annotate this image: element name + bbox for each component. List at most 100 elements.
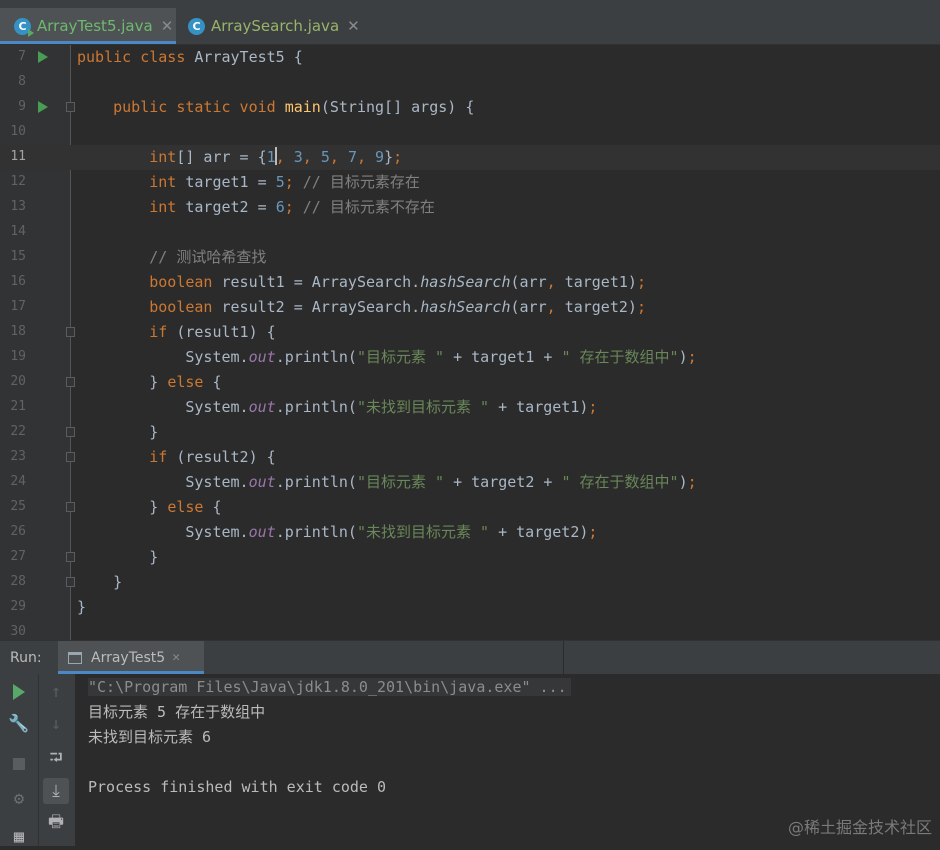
code-editor[interactable]: 7 public class ArrayTest5 { 8 9 public s… (0, 45, 940, 640)
code-line[interactable]: 24 System.out.println("目标元素 " + target2 … (0, 470, 940, 495)
code-text: boolean result1 = ArraySearch.hashSearch… (149, 273, 646, 291)
line-number: 21 (10, 399, 26, 414)
code-text: } (77, 573, 123, 591)
console-output[interactable]: "C:\Program Files\Java\jdk1.8.0_201\bin\… (88, 674, 571, 800)
code-line[interactable]: 19 System.out.println("目标元素 " + target1 … (0, 345, 940, 370)
run-tab-label: ArrayTest5 (91, 649, 166, 666)
fold-marker-icon[interactable] (66, 377, 75, 387)
code-line[interactable]: 7 public class ArrayTest5 { (0, 45, 940, 70)
editor-tab-bar: C ArrayTest5.java ✕ C ArraySearch.java ✕ (0, 8, 940, 45)
code-line[interactable]: 25 } else { (0, 495, 940, 520)
line-number: 12 (10, 174, 26, 189)
fold-marker-icon[interactable] (66, 102, 75, 112)
arrow-up-icon: ↑ (50, 682, 62, 702)
console-command-line[interactable]: "C:\Program Files\Java\jdk1.8.0_201\bin\… (88, 678, 571, 696)
settings-button[interactable]: 🔧 (6, 711, 32, 737)
java-class-icon: C (188, 17, 205, 35)
line-number: 8 (18, 74, 26, 89)
code-text: if (result1) { (149, 323, 276, 341)
run-gutter-icon[interactable] (38, 51, 48, 63)
code-line[interactable]: 26 System.out.println("未找到目标元素 " + targe… (0, 520, 940, 545)
layout-icon: ▦ (13, 827, 25, 847)
tab-arraysearch[interactable]: C ArraySearch.java ✕ (176, 8, 366, 44)
code-line[interactable]: 28 } (0, 570, 940, 595)
code-line[interactable]: 14 (0, 220, 940, 245)
code-text: } (77, 423, 159, 441)
tab-label: ArrayTest5.java (37, 17, 153, 35)
line-number: 23 (10, 449, 26, 464)
scroll-to-end-button[interactable]: ⤓ (43, 778, 69, 804)
console-line: Process finished with exit code 0 (88, 778, 387, 796)
line-number: 15 (10, 249, 26, 264)
line-number: 7 (18, 49, 26, 64)
code-text: System.out.println("未找到目标元素 " + target1)… (77, 398, 598, 416)
run-gutter-icon[interactable] (38, 101, 48, 113)
code-text: // 测试哈希查找 (149, 248, 267, 266)
print-button[interactable]: 🖶 (43, 810, 69, 836)
line-number: 19 (10, 349, 26, 364)
code-text: public static void main(String[] args) { (113, 98, 475, 116)
code-text: public class ArrayTest5 { (77, 48, 303, 66)
code-line[interactable]: 13 int target2 = 6; // 目标元素不存在 (0, 195, 940, 220)
scroll-up-button[interactable]: ↑ (43, 679, 69, 705)
code-line[interactable]: 8 (0, 70, 940, 95)
code-line[interactable]: 20 } else { (0, 370, 940, 395)
run-label: Run: (10, 650, 42, 666)
line-number: 30 (10, 624, 26, 639)
printer-icon: 🖶 (47, 811, 65, 832)
code-line-current[interactable]: 11 int[] arr = {1, 3, 5, 7, 9}; (0, 145, 940, 170)
wrench-icon: 🔧 (8, 714, 30, 734)
code-text: System.out.println("目标元素 " + target1 + "… (77, 348, 697, 366)
fold-marker-icon[interactable] (66, 502, 75, 512)
fold-marker-icon[interactable] (66, 552, 75, 562)
code-line[interactable]: 15 // 测试哈希查找 (0, 245, 940, 270)
scroll-down-button[interactable]: ↓ (43, 711, 69, 737)
code-line[interactable]: 27 } (0, 545, 940, 570)
line-number: 22 (10, 424, 26, 439)
code-line[interactable]: 12 int target1 = 5; // 目标元素存在 (0, 170, 940, 195)
code-line[interactable]: 16 boolean result1 = ArraySearch.hashSea… (0, 270, 940, 295)
run-tab-arraytest5[interactable]: ArrayTest5 ✕ (58, 641, 204, 674)
code-text: boolean result2 = ArraySearch.hashSearch… (149, 298, 646, 316)
stop-button[interactable] (6, 751, 32, 777)
debug-settings-button[interactable]: ⚙ (6, 786, 32, 812)
code-line[interactable]: 22 } (0, 420, 940, 445)
code-text: } else { (77, 373, 222, 391)
line-number: 11 (10, 149, 26, 164)
fold-marker-icon[interactable] (66, 327, 75, 337)
code-text: } (77, 548, 159, 566)
console-line: 目标元素 5 存在于数组中 (88, 703, 266, 721)
code-text: if (result2) { (149, 448, 276, 466)
run-toolbar-secondary: ↑ ↓ ⮒ ⤓ 🖶 (38, 674, 75, 846)
code-line[interactable]: 23 if (result2) { (0, 445, 940, 470)
watermark: @稀土掘金技术社区 (787, 818, 932, 837)
code-line[interactable]: 30 (0, 620, 940, 640)
code-line[interactable]: 29 } (0, 595, 940, 620)
close-icon[interactable]: ✕ (347, 17, 360, 35)
soft-wrap-button[interactable]: ⮒ (43, 746, 69, 772)
arrow-down-icon: ↓ (50, 714, 62, 734)
line-number: 9 (18, 99, 26, 114)
fold-marker-icon[interactable] (66, 452, 75, 462)
close-icon[interactable]: ✕ (161, 17, 174, 35)
code-line[interactable]: 10 (0, 120, 940, 145)
layout-button[interactable]: ▦ (6, 824, 32, 850)
code-line[interactable]: 9 public static void main(String[] args)… (0, 95, 940, 120)
code-line[interactable]: 21 System.out.println("未找到目标元素 " + targe… (0, 395, 940, 420)
tab-arraytest5[interactable]: C ArrayTest5.java ✕ (0, 8, 176, 44)
close-icon[interactable]: ✕ (172, 650, 180, 665)
line-number: 18 (10, 324, 26, 339)
soft-wrap-icon: ⮒ (49, 747, 63, 768)
code-text: System.out.println("未找到目标元素 " + target2)… (77, 523, 598, 541)
line-number: 16 (10, 274, 26, 289)
code-line[interactable]: 17 boolean result2 = ArraySearch.hashSea… (0, 295, 940, 320)
fold-marker-icon[interactable] (66, 427, 75, 437)
line-number: 20 (10, 374, 26, 389)
code-line[interactable]: 18 if (result1) { (0, 320, 940, 345)
line-number: 13 (10, 199, 26, 214)
line-number: 25 (10, 499, 26, 514)
run-panel-header: Run: ArrayTest5 ✕ (0, 640, 940, 675)
rerun-button[interactable] (6, 679, 32, 705)
fold-marker-icon[interactable] (66, 577, 75, 587)
line-number: 27 (10, 549, 26, 564)
